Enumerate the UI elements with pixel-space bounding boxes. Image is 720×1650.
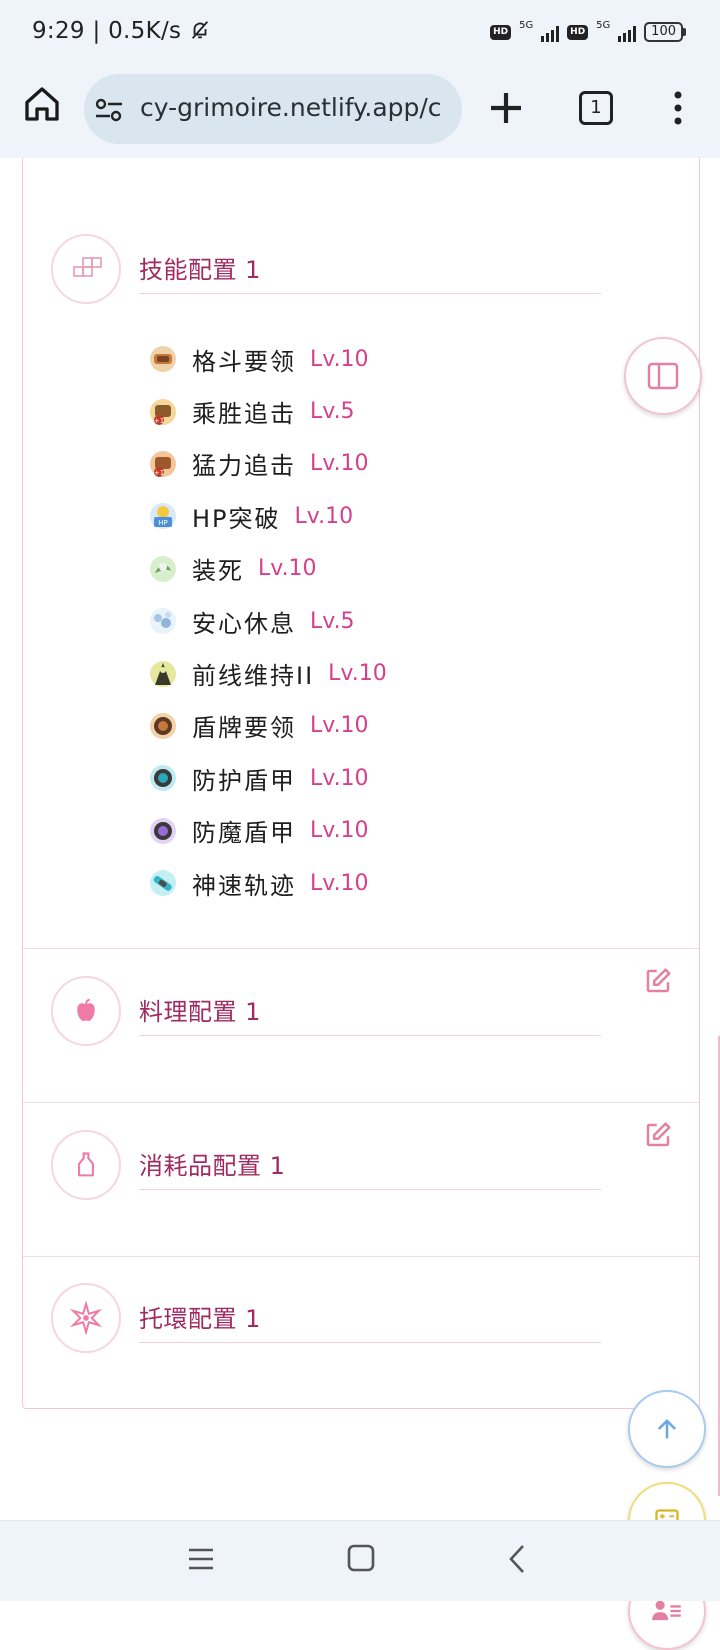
skill-level: Lv.10	[310, 346, 369, 372]
skill-level: Lv.5	[310, 608, 355, 634]
food-section-title: 料理配置 1	[139, 992, 601, 1036]
star-burst-icon	[51, 1283, 121, 1353]
list-item: +1 乘胜追击 Lv.5	[147, 385, 387, 437]
list-item: 神速轨迹 Lv.10	[147, 857, 387, 909]
magic-shield-skill-icon	[150, 817, 176, 844]
shield-skill-icon	[150, 712, 176, 739]
signal-5g-icon: 5G	[596, 20, 637, 44]
skill-name: 防魔盾甲	[192, 819, 296, 848]
list-item: 防魔盾甲 Lv.10	[147, 805, 387, 857]
hd-icon: HD	[567, 24, 589, 40]
section-divider	[23, 948, 699, 949]
battery-icon: 100	[644, 22, 686, 42]
apple-icon	[51, 976, 121, 1046]
battery-level: 100	[644, 22, 683, 42]
skills-section-title: 技能配置 1	[139, 250, 601, 294]
svg-text:HP: HP	[158, 519, 168, 527]
skill-level: Lv.10	[310, 451, 369, 477]
sidebar-toggle-button[interactable]	[624, 337, 702, 415]
fight-skill-icon	[150, 346, 176, 373]
more-menu-icon[interactable]	[671, 90, 685, 126]
skill-level: Lv.10	[310, 765, 369, 791]
edit-icon[interactable]	[643, 966, 673, 996]
section-divider	[23, 1102, 699, 1103]
time-speed-text: 9:29 | 0.5K/s	[32, 18, 182, 44]
skill-name: 神速轨迹	[192, 871, 296, 900]
status-icons: HD 5G HD 5G 100	[490, 20, 686, 44]
url-text: cy-grimoire.netlify.app/c	[140, 93, 442, 122]
power-pursuit-skill-icon: +1	[150, 450, 176, 477]
skill-level: Lv.10	[258, 556, 317, 582]
guard-shield-skill-icon	[150, 765, 176, 792]
net-label: 5G	[596, 20, 611, 31]
list-item: 装死 Lv.10	[147, 543, 387, 595]
user-list-icon	[652, 1600, 681, 1621]
list-item: 盾牌要领 Lv.10	[147, 700, 387, 752]
skill-name: 装死	[192, 557, 244, 586]
consumables-section-title: 消耗品配置 1	[139, 1146, 601, 1190]
status-bar: 9:29 | 0.5K/s HD 5G HD 5G 100	[0, 0, 720, 64]
status-time: 9:29 | 0.5K/s	[32, 18, 211, 44]
hp-boost-skill-icon: HP	[150, 503, 176, 530]
registlet-section-title: 托環配置 1	[139, 1299, 601, 1343]
system-nav-bar	[0, 1520, 720, 1601]
potion-bottle-icon	[51, 1130, 121, 1200]
list-item: HP HP突破 Lv.10	[147, 490, 387, 542]
skill-name: 乘胜追击	[192, 400, 296, 429]
skill-level: Lv.5	[310, 399, 355, 425]
scroll-top-button[interactable]	[628, 1390, 706, 1468]
browser-toolbar: cy-grimoire.netlify.app/c 1	[0, 64, 720, 158]
site-settings-icon[interactable]	[94, 96, 124, 124]
sidebar-panel-icon	[647, 362, 679, 390]
list-item: +1 猛力追击 Lv.10	[147, 438, 387, 490]
edit-icon[interactable]	[643, 1120, 673, 1150]
bell-off-icon	[191, 21, 208, 39]
skill-name: 盾牌要领	[192, 714, 296, 743]
skill-name: 安心休息	[192, 609, 296, 638]
skill-level: Lv.10	[294, 503, 354, 529]
list-item: 安心休息 Lv.5	[147, 595, 387, 647]
list-item: 格斗要领 Lv.10	[147, 333, 387, 385]
tab-switcher-button[interactable]: 1	[579, 91, 613, 125]
new-tab-icon[interactable]	[486, 88, 526, 128]
pursuit-skill-icon: +1	[150, 398, 176, 425]
skill-name: 前线维持II	[192, 662, 315, 691]
list-item: 防护盾甲 Lv.10	[147, 752, 387, 804]
grid-blocks-icon	[51, 234, 121, 304]
skill-name: 格斗要领	[192, 347, 296, 376]
skill-level: Lv.10	[310, 713, 369, 739]
home-icon[interactable]	[22, 84, 62, 124]
speed-skill-icon	[150, 870, 176, 897]
signal-5g-icon: 5G	[519, 20, 560, 44]
skill-level: Lv.10	[310, 870, 369, 896]
skill-level: Lv.10	[310, 818, 369, 844]
hd-icon: HD	[490, 24, 512, 40]
frontline-skill-icon	[150, 660, 176, 687]
section-divider	[23, 1256, 699, 1257]
page-content: 技能配置 1 格斗要领 Lv.10 +1 乘胜追击 Lv.5 +1 猛力追击 L…	[0, 158, 720, 1650]
skill-level: Lv.10	[328, 661, 387, 687]
rest-skill-icon	[150, 608, 176, 635]
svg-text:+1: +1	[154, 417, 164, 425]
back-icon[interactable]	[505, 1543, 529, 1575]
net-label: 5G	[519, 20, 534, 31]
play-dead-skill-icon	[150, 555, 176, 582]
skill-name: 防护盾甲	[192, 766, 296, 795]
skill-name: HP突破	[192, 504, 281, 533]
list-item: 前线维持II Lv.10	[147, 647, 387, 699]
url-field[interactable]: cy-grimoire.netlify.app/c	[84, 74, 462, 144]
recent-apps-icon[interactable]	[187, 1545, 215, 1573]
home-nav-icon[interactable]	[346, 1543, 376, 1573]
skill-list: 格斗要领 Lv.10 +1 乘胜追击 Lv.5 +1 猛力追击 Lv.10 HP…	[147, 333, 387, 909]
svg-text:+1: +1	[154, 469, 164, 477]
config-card: 技能配置 1 格斗要领 Lv.10 +1 乘胜追击 Lv.5 +1 猛力追击 L…	[22, 158, 700, 1409]
arrow-up-icon	[657, 1419, 677, 1439]
skill-name: 猛力追击	[192, 452, 296, 481]
